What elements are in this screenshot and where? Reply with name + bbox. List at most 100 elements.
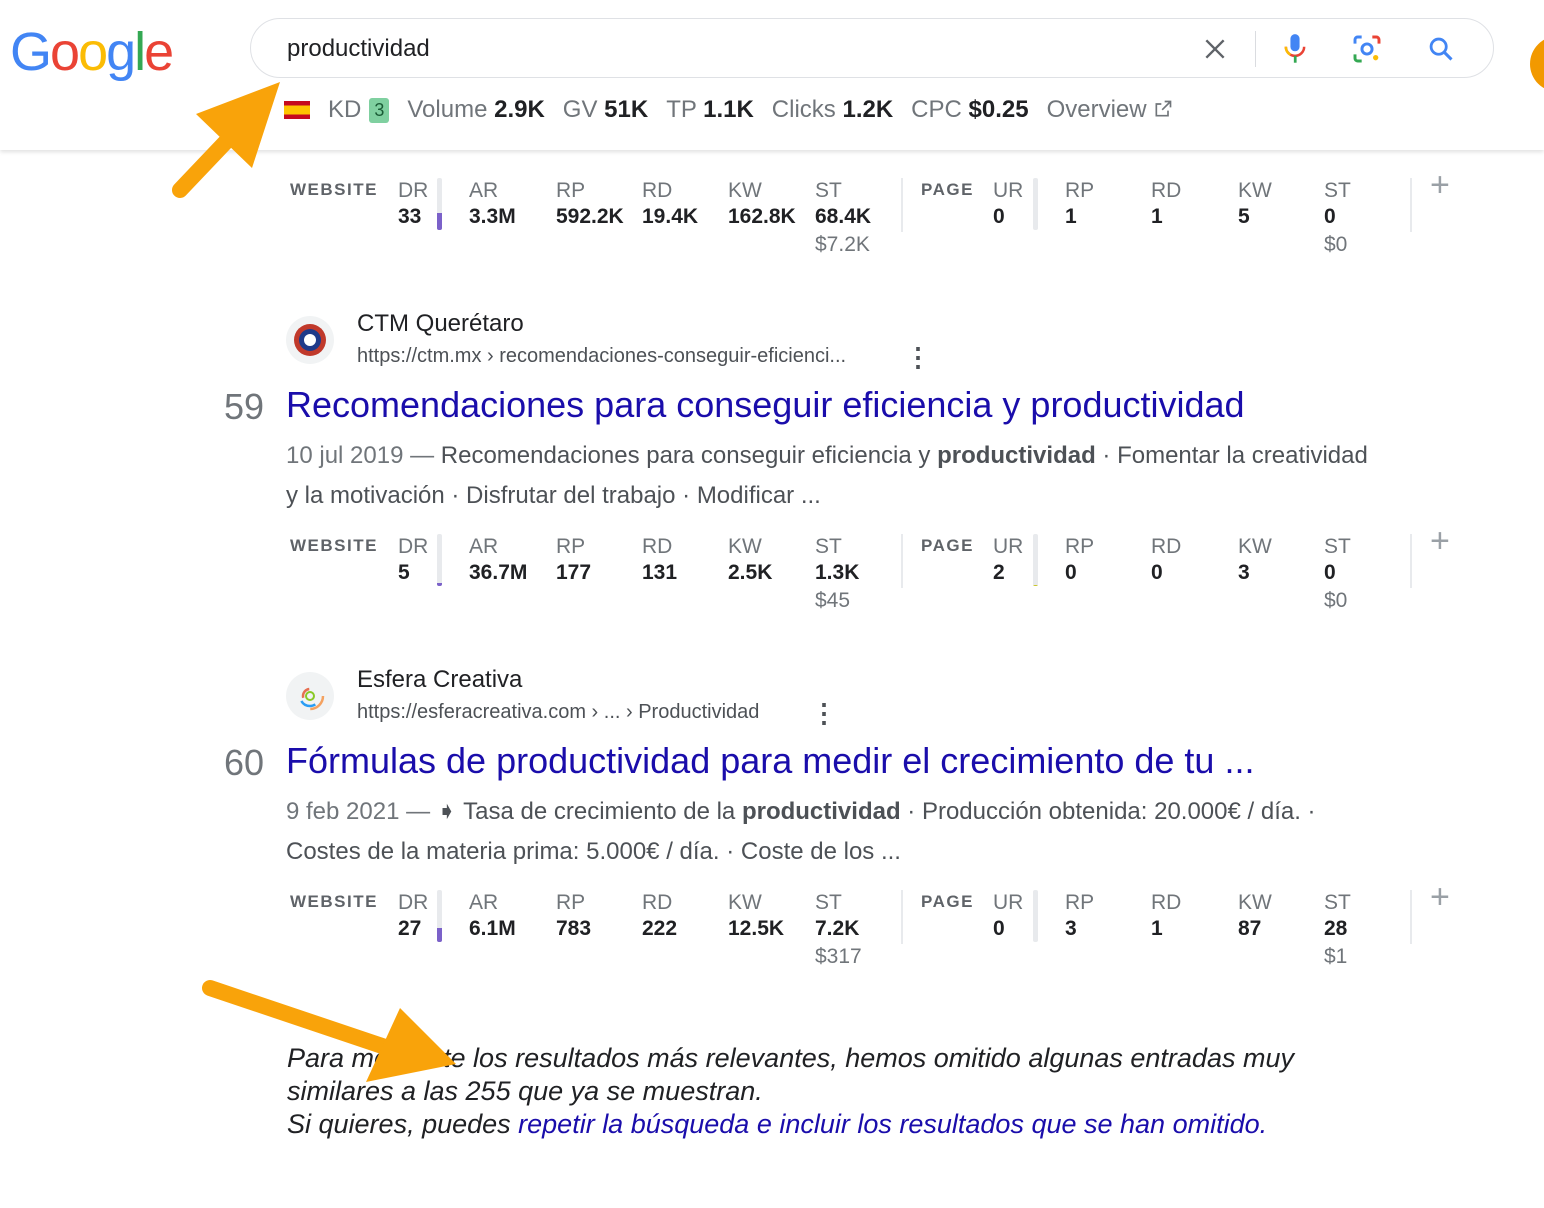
mic-icon[interactable] (1277, 31, 1313, 67)
page-st-cost: $0 (1324, 233, 1348, 256)
ahrefs-metrics-row: WEBSITE DR 5 AR 36.7M RP 177 RD 131 KW 2.5K S… (290, 522, 1460, 624)
logo-letter: o (78, 22, 108, 82)
snippet-highlight: productividad (741, 798, 901, 825)
gv-metric: GV 51K (563, 96, 648, 124)
page-rp-label: RP (1065, 535, 1095, 558)
site-url[interactable]: https://ctm.mx › recomendaciones-consegu… (357, 345, 846, 368)
result-title-link[interactable]: Fórmulas de productividad para medir el … (286, 740, 1254, 782)
page-rd-label: RD (1151, 535, 1182, 558)
logo-letter: g (106, 22, 136, 82)
rd-label: RD (642, 535, 673, 558)
page-st-cost: $0 (1324, 589, 1348, 612)
omitted-notice-line2: Si quieres, puedes repetir la búsqueda e… (287, 1108, 1387, 1141)
external-link-icon (1155, 100, 1172, 117)
website-label: WEBSITE (290, 180, 378, 199)
ctm-favicon (286, 316, 334, 364)
st-cost: $45 (815, 589, 851, 612)
account-avatar[interactable] (1530, 36, 1544, 92)
ar-value: 3.3M (469, 205, 516, 228)
page-st-label: ST (1324, 891, 1351, 914)
site-name[interactable]: CTM Querétaro (357, 310, 524, 338)
more-options-icon[interactable]: ⋮ (811, 698, 837, 729)
st-label: ST (815, 179, 842, 202)
snippet-text: Recomendaciones para conseguir eficienci… (434, 442, 938, 469)
page-kw-label: KW (1238, 179, 1272, 202)
page-st-cost: $1 (1324, 945, 1348, 968)
ur-bar (1033, 534, 1038, 586)
keyword-metrics-bar: KD 3 Volume 2.9K GV 51K TP 1.1K Clicks 1… (284, 94, 1173, 126)
metrics-divider (1410, 534, 1412, 588)
dr-bar (437, 890, 442, 942)
dr-value: 27 (398, 917, 422, 940)
ar-label: AR (469, 891, 499, 914)
search-icon[interactable] (1423, 31, 1459, 67)
rp-label: RP (556, 179, 586, 202)
esfera-favicon (286, 672, 334, 720)
search-input[interactable]: productividad (287, 35, 430, 63)
ur-label: UR (993, 891, 1024, 914)
page-rp-value: 3 (1065, 917, 1077, 940)
add-button[interactable]: + (1430, 522, 1450, 561)
rd-value: 19.4K (642, 205, 699, 228)
overview-link[interactable]: Overview (1047, 96, 1174, 124)
st-value: 68.4K (815, 205, 872, 228)
dr-label: DR (398, 891, 429, 914)
rd-value: 222 (642, 917, 678, 940)
snippet-text: ➧ Tasa de crecimiento de la (430, 798, 742, 825)
rp-value: 177 (556, 561, 592, 584)
page-rd-value: 0 (1151, 561, 1163, 584)
show-omitted-results-link[interactable]: repetir la búsqueda e incluir los result… (518, 1109, 1267, 1139)
dr-bar (437, 534, 442, 586)
ar-value: 36.7M (469, 561, 528, 584)
lens-icon[interactable] (1349, 31, 1385, 67)
ahrefs-metrics-row: WEBSITE DR 33 AR 3.3M RP 592.2K RD 19.4K KW 1… (290, 166, 1460, 268)
rp-label: RP (556, 891, 586, 914)
tp-metric: TP 1.1K (666, 96, 754, 124)
page-kw-value: 3 (1238, 561, 1250, 584)
page-st-value: 0 (1324, 561, 1336, 584)
cpc-value: $0.25 (968, 96, 1029, 123)
google-logo[interactable]: Google (10, 22, 174, 82)
kw-label: KW (728, 535, 762, 558)
site-name[interactable]: Esfera Creativa (357, 666, 522, 694)
dr-bar (437, 178, 442, 230)
rp-label: RP (556, 535, 586, 558)
result-title-link[interactable]: Recomendaciones para conseguir eficienci… (286, 384, 1245, 426)
add-button[interactable]: + (1430, 878, 1450, 917)
metrics-divider (1410, 178, 1412, 232)
rp-value: 783 (556, 917, 592, 940)
page-st-label: ST (1324, 179, 1351, 202)
ahrefs-metrics-row: WEBSITE DR 27 AR 6.1M RP 783 RD 222 KW 12.5K … (290, 878, 1460, 980)
logo-letter: l (134, 22, 146, 82)
more-options-icon[interactable]: ⋮ (905, 342, 931, 373)
gv-value: 51K (604, 96, 649, 123)
search-box[interactable]: productividad (250, 18, 1494, 78)
st-cost: $7.2K (815, 233, 870, 256)
close-icon[interactable] (1197, 31, 1233, 67)
page-rd-label: RD (1151, 179, 1182, 202)
overview-label[interactable]: Overview (1047, 96, 1147, 123)
page-kw-label: KW (1238, 891, 1272, 914)
page-label: PAGE (921, 180, 974, 199)
add-button[interactable]: + (1430, 166, 1450, 205)
snippet-highlight: productividad (937, 442, 1096, 469)
logo-letter: G (10, 22, 52, 82)
st-value: 1.3K (815, 561, 860, 584)
page-rp-value: 0 (1065, 561, 1077, 584)
kw-value: 2.5K (728, 561, 773, 584)
page-rd-value: 1 (1151, 205, 1163, 228)
dr-bar-fill (437, 212, 442, 230)
dr-label: DR (398, 535, 429, 558)
ur-label: UR (993, 535, 1024, 558)
site-url[interactable]: https://esferacreativa.com › ... › Produ… (357, 701, 759, 724)
result-date: 9 feb 2021 — (286, 798, 431, 825)
dr-bar-fill (437, 927, 442, 942)
tp-label: TP (666, 96, 697, 123)
ur-value: 0 (993, 205, 1005, 228)
dr-value: 5 (398, 561, 410, 584)
kw-label: KW (728, 179, 762, 202)
clicks-value: 1.2K (842, 96, 894, 123)
rd-label: RD (642, 891, 673, 914)
page-kw-value: 87 (1238, 917, 1262, 940)
kw-value: 12.5K (728, 917, 785, 940)
